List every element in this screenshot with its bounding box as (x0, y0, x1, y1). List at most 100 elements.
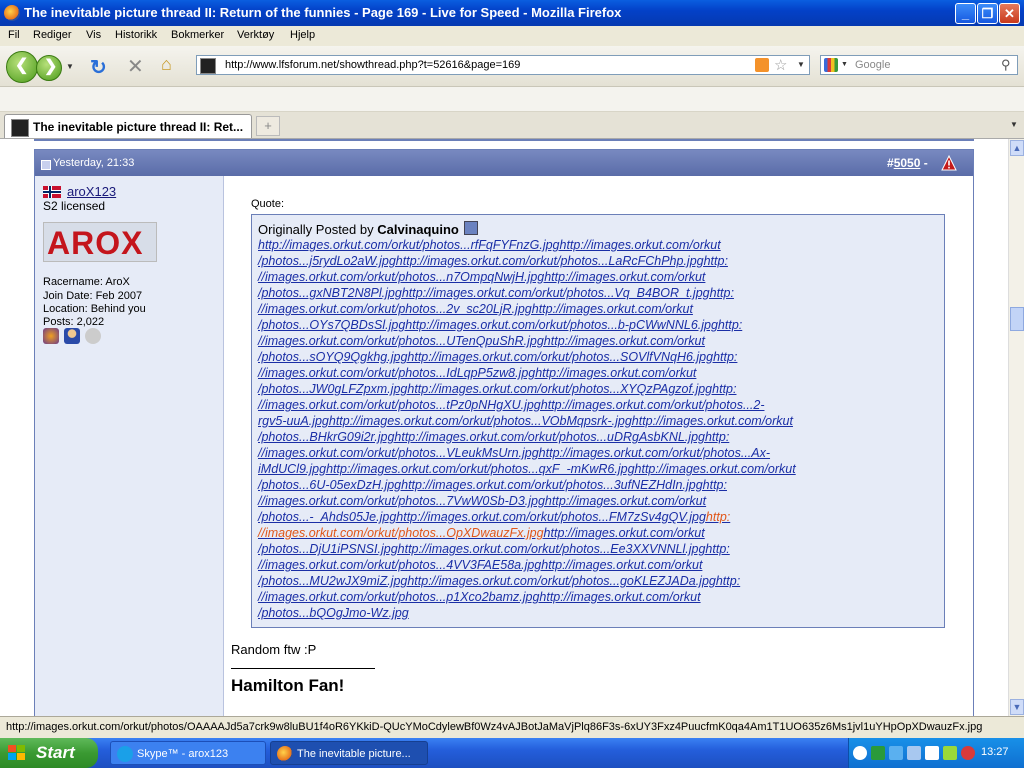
scroll-up-button[interactable]: ▲ (1010, 140, 1024, 156)
menu-file[interactable]: Fil (8, 29, 20, 41)
quote-link-line-hover-end[interactable]: //images.orkut.com/orkut/photos...OpXDwa… (258, 525, 938, 541)
user-badge-icon[interactable] (43, 328, 59, 344)
user-join-date: Join Date: Feb 2007 (43, 290, 143, 302)
user-offline-icon[interactable] (85, 328, 101, 344)
quote-link-line[interactable]: /photos...6U-05exDzH.jpghttp://images.or… (258, 477, 938, 493)
tray-network-icon[interactable] (889, 746, 903, 760)
status-bar: http://images.orkut.com/orkut/photos/OAA… (0, 716, 1024, 739)
tray-r-icon[interactable] (925, 746, 939, 760)
quote-author: Calvinaquino (377, 222, 459, 237)
quote-link-line[interactable]: //images.orkut.com/orkut/photos...n7Ompq… (258, 269, 938, 285)
quote-link-line[interactable]: //images.orkut.com/orkut/photos...IdLqpP… (258, 365, 938, 381)
tab-bar: The inevitable picture thread II: Ret...… (0, 112, 1024, 139)
home-icon[interactable]: ⌂ (161, 54, 172, 75)
quote-link-line[interactable]: //images.orkut.com/orkut/photos...4VV3FA… (258, 557, 938, 573)
bookmark-star-icon[interactable]: ☆ (774, 56, 787, 74)
status-text: http://images.orkut.com/orkut/photos/OAA… (6, 721, 983, 733)
stop-icon[interactable]: ✕ (127, 54, 144, 79)
quote-link-segment[interactable]: /photos...-_Ahds05Je.jpghttp://images.or… (258, 510, 706, 524)
close-window-button[interactable]: ✕ (999, 3, 1020, 24)
quote-link-line[interactable]: /photos...MU2wJX9miZ.jpghttp://images.or… (258, 573, 938, 589)
quote-link-line[interactable]: /photos...j5rydLo2aW.jpghttp://images.or… (258, 253, 938, 269)
new-tab-button[interactable]: + (256, 116, 280, 136)
start-button[interactable]: Start (0, 738, 98, 768)
tray-app-icon[interactable] (871, 746, 885, 760)
tray-display-icon[interactable] (907, 746, 921, 760)
vertical-scrollbar[interactable]: ▲ ▼ (1008, 139, 1024, 716)
taskbar-item-label: The inevitable picture... (297, 748, 411, 760)
post-number[interactable]: #5050 - (887, 156, 928, 170)
taskbar-item-skype[interactable]: Skype™ - arox123 (110, 741, 266, 765)
search-field[interactable]: ▼ Google ⚲ (820, 55, 1018, 75)
scroll-down-button[interactable]: ▼ (1010, 699, 1024, 715)
hovered-link-end[interactable]: //images.orkut.com/orkut/photos...OpXDwa… (258, 526, 544, 540)
post-user-sidebar: aroX123 S2 licensed AROX Racername: AroX… (35, 176, 224, 716)
reload-icon[interactable]: ↻ (90, 55, 107, 80)
menu-tools[interactable]: Verktøy (237, 29, 274, 41)
quote-link-line[interactable]: /photos...BHkrG09i2r.jpghttp://images.or… (258, 429, 938, 445)
minimize-button[interactable]: _ (955, 3, 976, 24)
forward-button[interactable]: ❯ (36, 55, 62, 81)
rss-icon[interactable] (755, 58, 769, 72)
report-post-icon[interactable] (941, 155, 957, 171)
menu-help[interactable]: Hjelp (290, 29, 315, 41)
menu-bookmarks[interactable]: Bokmerker (171, 29, 224, 41)
username-link[interactable]: aroX123 (67, 184, 116, 199)
view-post-arrow-icon[interactable] (463, 221, 478, 235)
post-number-suffix: - (923, 156, 928, 170)
taskbar-item-firefox[interactable]: The inevitable picture... (270, 741, 428, 765)
tab-active[interactable]: The inevitable picture thread II: Ret... (4, 114, 252, 138)
quote-link-segment[interactable]: http://images.orkut.com/orkut (544, 526, 705, 540)
quote-link-line[interactable]: //images.orkut.com/orkut/photos...2v_sc2… (258, 301, 938, 317)
quote-link-line[interactable]: //images.orkut.com/orkut/photos...VLeukM… (258, 445, 938, 461)
tray-security-icon[interactable] (961, 746, 975, 760)
quote-link-line[interactable]: http://images.orkut.com/orkut/photos...r… (258, 237, 938, 253)
scroll-thumb[interactable] (1010, 307, 1024, 331)
quote-link-line[interactable]: //images.orkut.com/orkut/photos...UTenQp… (258, 333, 938, 349)
post-number-link[interactable]: 5050 (894, 156, 921, 170)
search-engine-dropdown-icon[interactable]: ▼ (841, 61, 848, 68)
quote-link-line[interactable]: //images.orkut.com/orkut/photos...tPz0pN… (258, 397, 938, 413)
url-dropdown-icon[interactable]: ▼ (797, 60, 805, 69)
menu-bar: Fil Rediger Vis Historikk Bokmerker Verk… (0, 26, 1024, 46)
quote-attribution: Originally Posted by Calvinaquino (258, 221, 478, 237)
tab-list-icon[interactable]: ▼ (1010, 120, 1018, 129)
quote-link-line[interactable]: /photos...bQOgJmo-Wz.jpg (258, 605, 938, 621)
quote-link-line[interactable]: //images.orkut.com/orkut/photos...p1Xco2… (258, 589, 938, 605)
maximize-button[interactable]: ❐ (977, 3, 998, 24)
tab-label: The inevitable picture thread II: Ret... (33, 120, 244, 134)
quote-link-line[interactable]: /photos...JW0gLFZpxm.jpghttp://images.or… (258, 381, 938, 397)
url-bar[interactable]: http://www.lfsforum.net/showthread.php?t… (196, 55, 810, 75)
quote-box: Originally Posted by Calvinaquino http:/… (251, 214, 945, 628)
quote-link-line[interactable]: rgv5-uuA.jpghttp://images.orkut.com/orku… (258, 413, 938, 429)
start-label: Start (36, 743, 75, 762)
search-icon[interactable]: ⚲ (1001, 57, 1011, 73)
site-favicon (200, 58, 216, 74)
quote-link-line[interactable]: /photos...gxNBT2N8Pl.jpghttp://images.or… (258, 285, 938, 301)
quote-link-line[interactable]: //images.orkut.com/orkut/photos...7VwW0S… (258, 493, 938, 509)
user-posts: Posts: 2,022 (43, 316, 105, 328)
user-profile-icon[interactable] (64, 328, 80, 344)
back-button[interactable]: ❮ (6, 51, 38, 83)
firefox-taskbar-icon (277, 746, 293, 762)
menu-view[interactable]: Vis (86, 29, 101, 41)
quote-link-line-hover-start[interactable]: /photos...-_Ahds05Je.jpghttp://images.or… (258, 509, 938, 525)
tray-check-icon[interactable] (943, 746, 957, 760)
menu-history[interactable]: Historikk (115, 29, 157, 41)
bookmarks-toolbar (0, 87, 1024, 112)
quote-link-line[interactable]: /photos...OYs7QBDsSl.jpghttp://images.or… (258, 317, 938, 333)
menu-edit[interactable]: Rediger (33, 29, 72, 41)
post-body: Quote: Originally Posted by Calvinaquino… (231, 176, 973, 716)
windows-taskbar: Start Skype™ - arox123 The inevitable pi… (0, 738, 1024, 768)
forum-post: Yesterday, 21:33 #5050 - aroX123 S2 lice… (34, 149, 974, 716)
hovered-link-start[interactable]: http: (706, 510, 730, 524)
quote-by-prefix: Originally Posted by (258, 222, 374, 237)
google-icon[interactable] (824, 58, 838, 72)
window-title-bar[interactable]: The inevitable picture thread II: Return… (0, 0, 1024, 26)
quote-label: Quote: (251, 198, 285, 210)
history-dropdown-icon[interactable]: ▼ (66, 62, 74, 71)
quote-link-line[interactable]: /photos...sOYQ9Qgkhg.jpghttp://images.or… (258, 349, 938, 365)
quote-link-line[interactable]: iMdUCl9.jpghttp://images.orkut.com/orkut… (258, 461, 938, 477)
quote-link-line[interactable]: /photos...DjU1iPSNSI.jpghttp://images.or… (258, 541, 938, 557)
tray-expand-icon[interactable] (853, 746, 867, 760)
